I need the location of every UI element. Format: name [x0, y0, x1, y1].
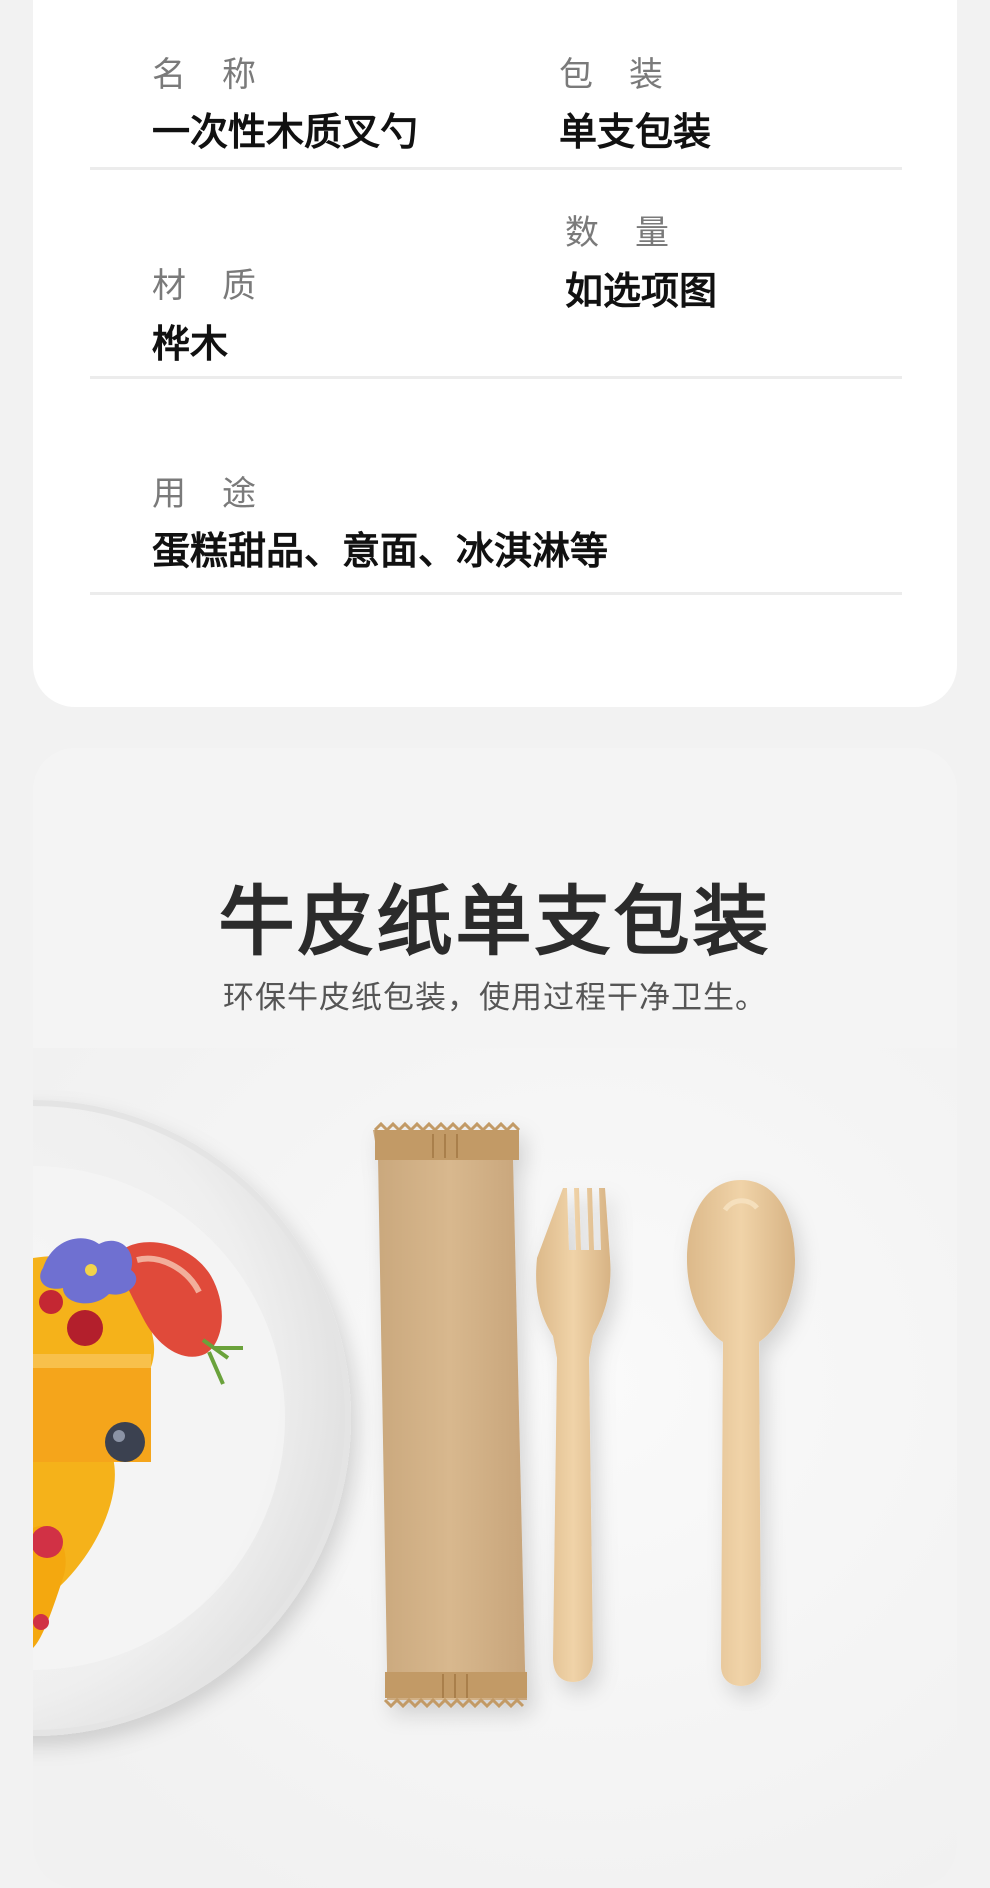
spec-card: 名称 一次性木质叉勺 包装 单支包装 材质 桦木 数量 如选项图 用途 蛋糕甜品…	[33, 0, 957, 707]
product-photo	[33, 1048, 957, 1888]
spec-label-packaging: 包装	[559, 55, 699, 95]
packaging-card: 牛皮纸单支包装 环保牛皮纸包装，使用过程干净卫生。	[33, 748, 957, 1888]
spec-label-material: 材质	[152, 266, 292, 306]
spec-label-name: 名称	[152, 55, 292, 95]
spec-value-name: 一次性木质叉勺	[152, 110, 419, 154]
spec-value-quantity: 如选项图	[565, 269, 718, 313]
spec-row-name-packaging: 名称 一次性木质叉勺 包装 单支包装	[90, 0, 902, 170]
spec-row-material-quantity: 材质 桦木 数量 如选项图	[90, 170, 902, 379]
packaging-title: 牛皮纸单支包装	[218, 877, 772, 966]
packaging-subtitle: 环保牛皮纸包装，使用过程干净卫生。	[223, 980, 767, 1016]
spec-value-usage: 蛋糕甜品、意面、冰淇淋等	[152, 529, 609, 573]
spec-value-material: 桦木	[152, 322, 229, 366]
spec-value-packaging: 单支包装	[559, 110, 712, 154]
spec-label-usage: 用途	[152, 474, 292, 514]
spec-row-usage: 用途 蛋糕甜品、意面、冰淇淋等	[90, 379, 902, 595]
kraft-paper-pouch-image	[373, 1121, 527, 1709]
spec-label-quantity: 数量	[565, 213, 705, 253]
